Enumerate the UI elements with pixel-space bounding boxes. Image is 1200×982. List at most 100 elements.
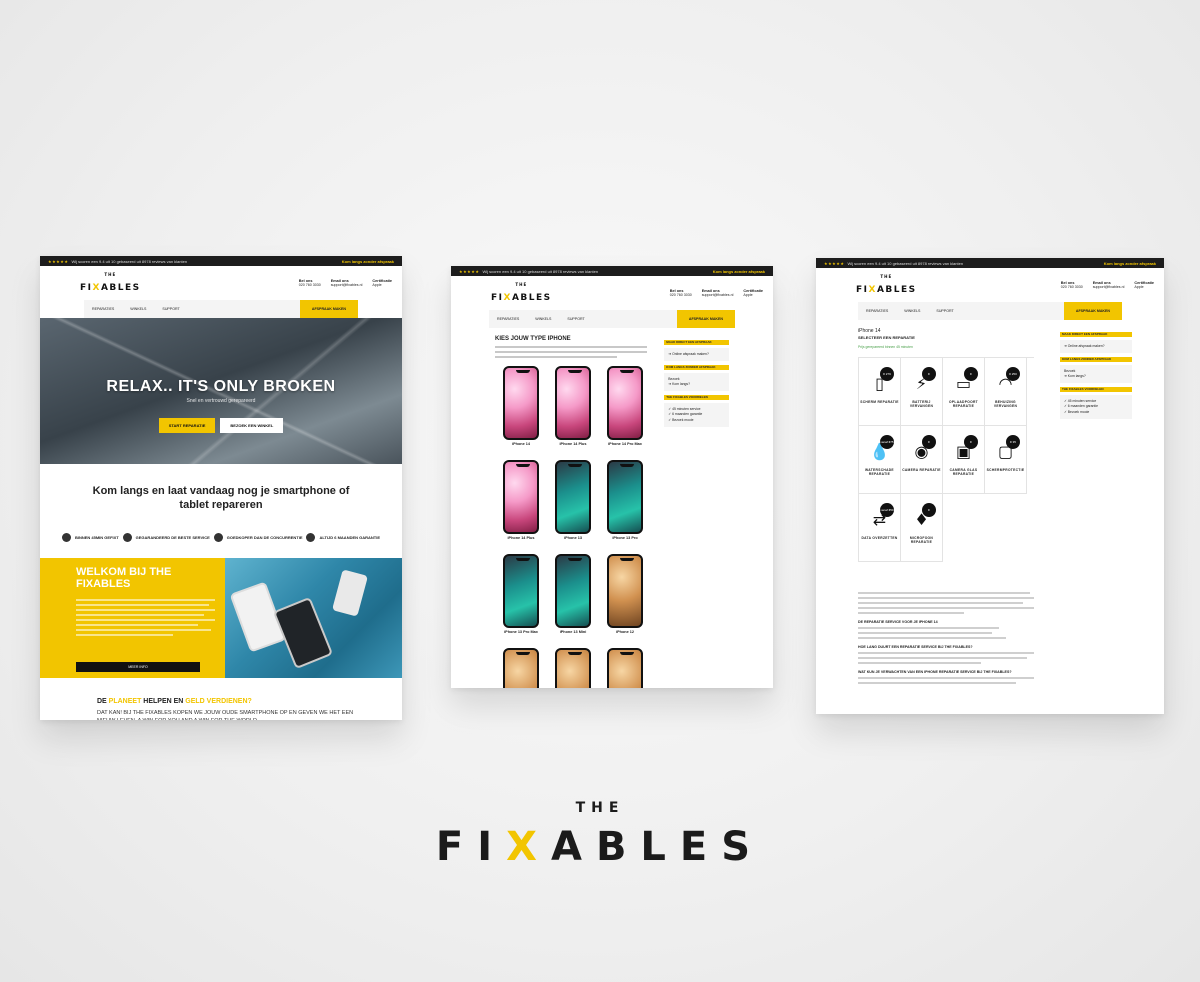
nav-repairs[interactable]: REPARATIES bbox=[858, 309, 896, 313]
wallet-icon bbox=[213, 532, 223, 542]
nav-stores[interactable]: WINKELS bbox=[122, 307, 154, 311]
phone-card[interactable]: iPhone 14 Plus bbox=[553, 366, 593, 446]
phone-image bbox=[555, 648, 591, 688]
walk-in-box[interactable]: Bezoek ➜ Kom langs? bbox=[664, 373, 729, 392]
walk-in-link[interactable]: Kom langs zonder afspraak bbox=[342, 259, 394, 264]
phone-card[interactable]: iPhone 13 Pro Max bbox=[501, 554, 541, 634]
planet-heading: DE PLANEET HELPEN EN GELD VERDIENEN? bbox=[97, 697, 252, 705]
walk-in-link[interactable]: Kom langs zonder afspraak bbox=[1104, 261, 1156, 266]
repair-info: DE REPARATIE SERVICE VOOR JE IPHONE 14 H… bbox=[858, 592, 1034, 684]
select-model-mockup: ★★★★★ Wij scoren een 9.4 uit 10 gebaseerd… bbox=[451, 266, 773, 688]
clock-icon bbox=[61, 532, 71, 542]
phone-card[interactable]: iPhone 13 bbox=[553, 460, 593, 540]
select-repair-mockup: ★★★★★ Wij scoren een 9.4 uit 10 gebaseerd… bbox=[816, 258, 1164, 714]
sidebar: MAAK DIRECT EEN AFSPRAAK ➜ Online afspra… bbox=[664, 336, 729, 688]
select-model-title: KIES JOUW TYPE IPHONE bbox=[495, 336, 571, 342]
phone-contact[interactable]: Bel ons 020 760 3030 bbox=[1061, 281, 1083, 289]
phone-label: iPhone 13 Mini bbox=[559, 630, 587, 634]
phone-card[interactable]: iPhone 14 bbox=[501, 366, 541, 446]
phone-card[interactable]: iPhone 13 Pro bbox=[605, 460, 645, 540]
walk-in-link[interactable]: Kom langs zonder afspraak bbox=[713, 269, 765, 274]
perks-list: ✓ 45 minuten service ✓ 6 maanden garantie… bbox=[664, 403, 729, 427]
sidebar-heading: MAAK DIRECT EEN AFSPRAAK bbox=[1060, 332, 1132, 337]
model-filter-links[interactable] bbox=[495, 346, 648, 358]
repair-label: DATA OVERZETTEN bbox=[861, 536, 898, 540]
online-appointment-link[interactable]: ➜ Online afspraak maken? bbox=[664, 348, 729, 362]
phone-label: iPhone 13 Pro Max bbox=[504, 630, 538, 634]
microphone-icon: ♦ bbox=[914, 510, 929, 529]
nav-repairs[interactable]: REPARATIES bbox=[489, 317, 527, 321]
more-info-button[interactable]: MEER INFO bbox=[76, 661, 200, 672]
phone-card[interactable]: iPhone 14 Plus bbox=[501, 460, 541, 540]
email-contact[interactable]: Email ons support@fixables.nl bbox=[331, 279, 363, 287]
phone-image bbox=[607, 648, 643, 688]
main-nav: REPARATIES WINKELS SUPPORT AFSPRAAK MAKE… bbox=[84, 300, 358, 318]
hero-subtitle: Snel en vertrouwd gerepareerd bbox=[186, 398, 256, 404]
nav-stores[interactable]: WINKELS bbox=[527, 317, 559, 321]
brand-the: THE bbox=[575, 800, 625, 816]
visit-store-button[interactable]: BEZOEK EEN WINKEL bbox=[220, 418, 284, 433]
nav-repairs[interactable]: REPARATIES bbox=[84, 307, 122, 311]
repair-option[interactable]: vanaf €75 💧 WATERSCHADE REPARATIE bbox=[859, 426, 901, 494]
phone-card[interactable]: iPhone 11 Pro bbox=[501, 648, 541, 688]
book-appointment-button[interactable]: AFSPRAAK MAKEN bbox=[299, 300, 358, 318]
price-badge: € bbox=[922, 503, 936, 517]
repair-option[interactable]: € ◉ CAMERA REPARATIE bbox=[901, 426, 943, 494]
hero-title: RELAX.. IT'S ONLY BROKEN bbox=[106, 378, 336, 395]
book-appointment-button[interactable]: AFSPRAAK MAKEN bbox=[676, 310, 735, 328]
price-badge: € bbox=[964, 367, 978, 381]
faq-heading: WAT KUN JE VERWACHTEN VAN EEN IPHONE REP… bbox=[858, 670, 1012, 674]
phone-label: iPhone 14 bbox=[512, 442, 530, 446]
planet-text: DAT KAN! BIJ THE FIXABLES KOPEN WE JOUW … bbox=[97, 709, 354, 720]
contact-info: Bel ons 020 760 3030 Email ons support@fix… bbox=[1061, 281, 1154, 289]
top-bar: ★★★★★ Wij scoren een 9.4 uit 10 gebaseerd… bbox=[451, 266, 773, 276]
repair-grid: € 279 ▯ SCHERM REPARATIE € ⚡ BATTERIJ VERVANG… bbox=[858, 357, 1034, 562]
repair-label: SCHERM REPARATIE bbox=[860, 400, 899, 404]
repair-label: OPLAADPOORT REPARATIE bbox=[949, 400, 978, 409]
phone-label: iPhone 14 Plus bbox=[559, 442, 587, 446]
nav-support[interactable]: SUPPORT bbox=[928, 309, 961, 313]
phone-card[interactable]: iPhone 11 Pro Max bbox=[553, 648, 593, 688]
start-repair-button[interactable]: START REPARATIE bbox=[158, 418, 216, 433]
repair-option[interactable]: € ♦ MICROFOON REPARATIE bbox=[901, 494, 943, 562]
email-contact[interactable]: Email ons support@fixables.nl bbox=[702, 289, 734, 297]
book-appointment-button[interactable]: AFSPRAAK MAKEN bbox=[1063, 302, 1122, 320]
repair-option[interactable]: € 279 ▯ SCHERM REPARATIE bbox=[859, 358, 901, 426]
phone-card[interactable]: iPhone 14 Pro Max bbox=[605, 366, 645, 446]
nav-support[interactable]: SUPPORT bbox=[559, 317, 592, 321]
sidebar-heading: MAAK DIRECT EEN AFSPRAAK bbox=[664, 340, 729, 345]
phone-image bbox=[503, 648, 539, 688]
email-contact[interactable]: Email ons support@fixables.nl bbox=[1093, 281, 1125, 289]
repair-option[interactable]: € ▣ CAMERA GLAS REPARATIE bbox=[943, 426, 985, 494]
repair-option[interactable]: vanaf €50 ⇄ DATA OVERZETTEN bbox=[859, 494, 901, 562]
online-appointment-link[interactable]: ➜ Online afspraak maken? bbox=[1060, 340, 1132, 354]
phone-grid: iPhone 14 iPhone 14 Plus iPhone 14 Pro Max… bbox=[501, 366, 647, 688]
repair-option[interactable]: € ▭ OPLAADPOORT REPARATIE bbox=[943, 358, 985, 426]
repair-label: BEHUIZING VERVANGEN bbox=[993, 400, 1018, 409]
phone-card[interactable]: iPhone 12 Mini bbox=[605, 648, 645, 688]
screen-icon: ▯ bbox=[875, 374, 884, 393]
repair-option[interactable]: € 250 ◠ BEHUIZING VERVANGEN bbox=[985, 358, 1027, 426]
walk-in-box[interactable]: Bezoek ➜ Kom langs? bbox=[1060, 365, 1132, 384]
phone-image bbox=[607, 366, 643, 440]
usp-item: GOEDKOPER DAN DE CONCURRENTIE bbox=[213, 532, 303, 542]
site-logo[interactable]: THE FIXABLES bbox=[856, 275, 917, 295]
price-badge: € 279 bbox=[880, 367, 894, 381]
nav-support[interactable]: SUPPORT bbox=[154, 307, 187, 311]
site-logo[interactable]: THE FIXABLES bbox=[491, 283, 552, 303]
repair-option[interactable]: € 35 ▢ SCHERMPROTECTIE bbox=[985, 426, 1027, 494]
repair-label: CAMERA GLAS REPARATIE bbox=[949, 468, 978, 477]
welcome-section: WELKOM BIJ THE FIXABLES MEER INFO bbox=[40, 557, 402, 678]
phone-card[interactable]: iPhone 13 Mini bbox=[553, 554, 593, 634]
repair-option[interactable]: € ⚡ BATTERIJ VERVANGEN bbox=[901, 358, 943, 426]
phone-contact[interactable]: Bel ons 020 760 3030 bbox=[670, 289, 692, 297]
phone-card[interactable]: iPhone 12 bbox=[605, 554, 645, 634]
phone-image bbox=[503, 460, 539, 534]
site-header: THE FIXABLES Bel ons 020 760 3030 Email o… bbox=[40, 266, 402, 300]
housing-icon: ◠ bbox=[998, 374, 1013, 393]
certification: Certificatie Apple bbox=[372, 279, 392, 287]
rating-text: Wij scoren een 9.4 uit 10 gebaseerd uit … bbox=[71, 258, 188, 264]
phone-contact[interactable]: Bel ons 020 760 3030 bbox=[299, 279, 321, 287]
site-logo[interactable]: THE FIXABLES bbox=[80, 273, 141, 293]
nav-stores[interactable]: WINKELS bbox=[896, 309, 928, 313]
